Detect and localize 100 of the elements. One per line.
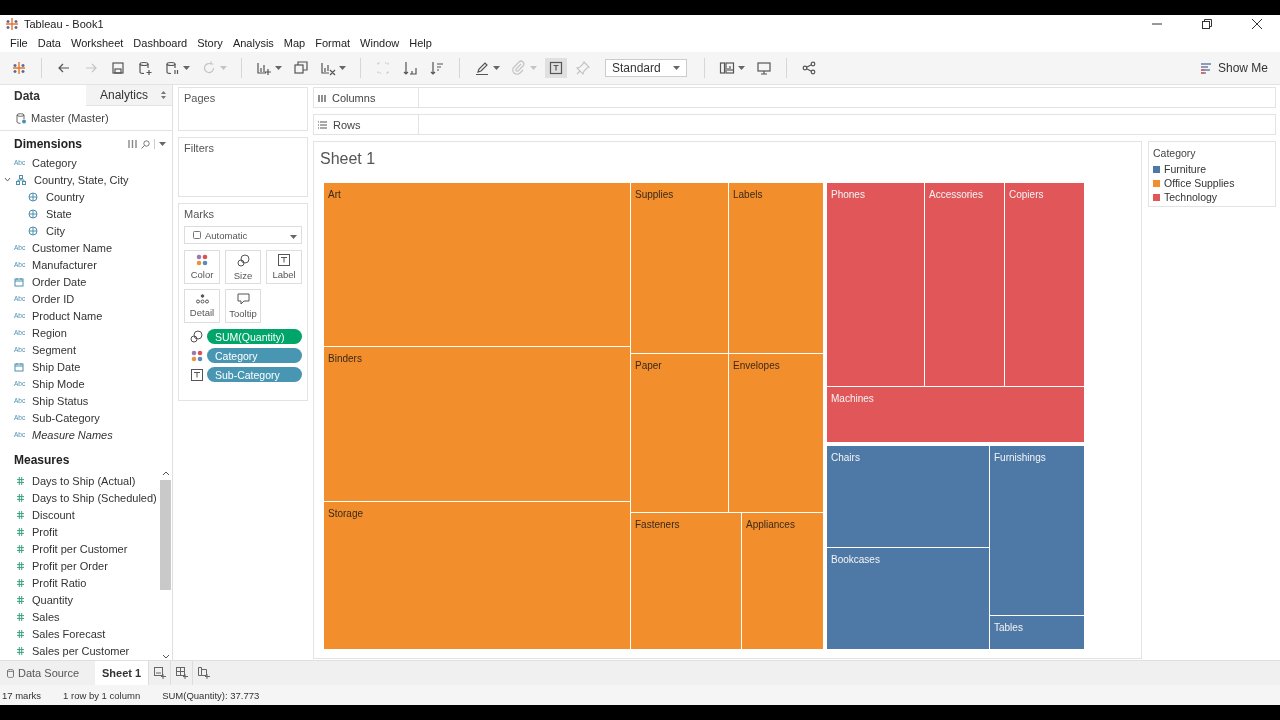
treemap-tile[interactable]: Paper: [631, 354, 728, 512]
scrollbar-thumb[interactable]: [160, 480, 171, 590]
close-icon[interactable]: [1252, 19, 1262, 29]
caret-icon[interactable]: [493, 66, 500, 70]
treemap-tile[interactable]: Supplies: [631, 183, 728, 353]
mark-property-button[interactable]: Tooltip: [225, 289, 261, 323]
treemap-tile[interactable]: Accessories: [925, 183, 1004, 386]
treemap-tile[interactable]: Art: [324, 183, 630, 346]
sheet-title: Sheet 1: [320, 150, 376, 167]
caret-icon[interactable]: [738, 66, 745, 70]
legend-label[interactable]: Technology: [1164, 191, 1218, 203]
field-item[interactable]: Order Date: [0, 273, 172, 290]
legend-label[interactable]: Furniture: [1164, 163, 1206, 175]
field-item[interactable]: Profit: [0, 523, 159, 540]
field-name: Profit Ratio: [32, 576, 87, 589]
color-dots-icon: [196, 254, 208, 266]
menu-item[interactable]: Story: [192, 36, 228, 49]
caret-icon[interactable]: [275, 66, 282, 70]
menu-item[interactable]: Worksheet: [66, 36, 129, 49]
field-item[interactable]: Days to Ship (Actual): [0, 472, 159, 489]
database-icon: [16, 112, 27, 124]
legend-label[interactable]: Office Supplies: [1164, 177, 1235, 189]
datasource-name[interactable]: Master (Master): [31, 112, 109, 124]
chevron-icon[interactable]: [4, 176, 11, 183]
treemap-tile[interactable]: Bookcases: [827, 548, 989, 649]
field-item[interactable]: Quantity: [0, 591, 159, 608]
sort-icon[interactable]: [161, 91, 166, 99]
menu-item[interactable]: File: [5, 36, 33, 49]
new-worksheet-icon[interactable]: [153, 667, 166, 679]
pane-tab[interactable]: Analytics: [86, 85, 172, 106]
menu-item[interactable]: Data: [32, 36, 66, 49]
field-item[interactable]: State: [0, 205, 172, 222]
treemap-tile[interactable]: Binders: [324, 347, 630, 501]
menu-item[interactable]: Format: [310, 36, 356, 49]
field-item[interactable]: Sales Forecast: [0, 625, 159, 642]
sheet-tab[interactable]: Sheet 1: [95, 661, 149, 685]
sheet-tab[interactable]: Data Source: [0, 661, 95, 685]
field-name: Order Date: [32, 275, 87, 288]
shelf[interactable]: Rows: [313, 114, 1276, 135]
card-title: Filters: [184, 142, 214, 154]
status-text: SUM(Quantity): 37.773: [162, 689, 260, 701]
field-name: Sub-Category: [32, 411, 100, 424]
caret-icon[interactable]: [673, 66, 680, 70]
menu-item[interactable]: Help: [404, 36, 437, 49]
hierarchy-icon: [16, 174, 26, 185]
search-icon[interactable]: [141, 139, 150, 149]
field-name: State: [46, 207, 72, 220]
treemap-tile[interactable]: Envelopes: [729, 354, 823, 512]
hash-icon: [17, 510, 24, 519]
caret-icon[interactable]: [339, 66, 346, 70]
globe-icon: [28, 208, 38, 219]
caret-icon[interactable]: [290, 234, 297, 239]
field-item[interactable]: Ship Date: [0, 358, 172, 375]
field-item[interactable]: Country, State, City: [0, 171, 172, 188]
field-item[interactable]: Days to Ship (Scheduled): [0, 489, 159, 506]
treemap-tile[interactable]: Storage: [324, 502, 630, 649]
columns-view-icon[interactable]: [128, 140, 137, 148]
shelf[interactable]: Columns: [313, 87, 1276, 108]
scroll-up-icon[interactable]: [161, 470, 170, 476]
show-me-button[interactable]: Show Me: [1196, 59, 1272, 77]
menu-item[interactable]: Window: [355, 36, 405, 49]
treemap-tile[interactable]: Fasteners: [631, 513, 741, 649]
field-item[interactable]: Profit Ratio: [0, 574, 159, 591]
menu-item[interactable]: Analysis: [227, 36, 279, 49]
treemap-tile[interactable]: Copiers: [1005, 183, 1084, 386]
treemap-tile[interactable]: Appliances: [742, 513, 823, 649]
mark-property-button[interactable]: Detail: [184, 289, 220, 323]
treemap-tile[interactable]: Chairs: [827, 446, 989, 547]
menu-item[interactable]: Map: [278, 36, 311, 49]
field-item[interactable]: Discount: [0, 506, 159, 523]
treemap-tile[interactable]: Labels: [729, 183, 823, 353]
mark-property-button[interactable]: Color: [184, 250, 220, 284]
mark-property-button[interactable]: Label: [266, 250, 302, 284]
calendar-icon: [14, 361, 24, 372]
field-item[interactable]: City: [0, 222, 172, 239]
field-item[interactable]: Country: [0, 188, 172, 205]
database-icon: [7, 668, 14, 678]
new-dashboard-icon[interactable]: [175, 667, 188, 679]
caret-icon[interactable]: [159, 142, 166, 146]
field-item[interactable]: Profit per Order: [0, 557, 159, 574]
new-story-icon[interactable]: [197, 667, 210, 679]
menu-item[interactable]: Dashboard: [128, 36, 193, 49]
field-name: Ship Status: [32, 394, 89, 407]
mark-type-dropdown[interactable]: Automatic: [184, 226, 302, 244]
logo-icon: [4, 16, 20, 32]
treemap-tile[interactable]: Machines: [827, 387, 1084, 442]
rows-icon: [318, 120, 327, 129]
mark-property-button[interactable]: Size: [225, 250, 261, 284]
restore-icon[interactable]: [1202, 19, 1212, 29]
fit-dropdown[interactable]: Standard: [605, 59, 687, 77]
treemap-tile[interactable]: Furnishings: [990, 446, 1084, 615]
field-item[interactable]: Sales: [0, 608, 159, 625]
size-shapes-icon: [190, 330, 203, 343]
section-title: Measures: [14, 453, 70, 467]
caret-icon[interactable]: [183, 66, 190, 70]
field-item[interactable]: Profit per Customer: [0, 540, 159, 557]
treemap-tile[interactable]: Tables: [990, 616, 1084, 649]
field-item[interactable]: Sales per Customer: [0, 642, 159, 659]
scroll-down-icon[interactable]: [161, 654, 170, 660]
database-pause-icon: [164, 60, 180, 76]
